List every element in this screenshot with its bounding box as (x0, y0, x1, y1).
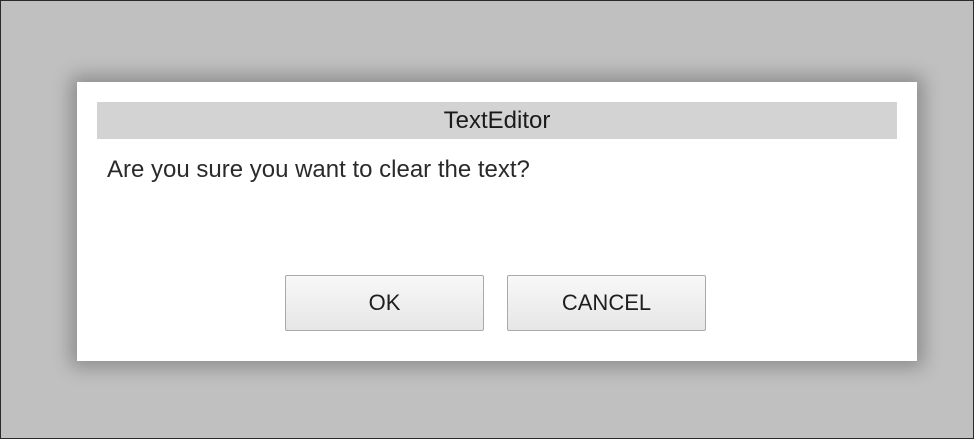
ok-button[interactable]: OK (285, 275, 484, 331)
cancel-button[interactable]: CANCEL (507, 275, 706, 331)
app-window-backdrop: TextEditor Are you sure you want to clea… (0, 0, 974, 439)
dialog-title: TextEditor (97, 102, 897, 139)
confirm-clear-dialog: TextEditor Are you sure you want to clea… (77, 82, 917, 361)
dialog-message: Are you sure you want to clear the text? (107, 156, 530, 183)
